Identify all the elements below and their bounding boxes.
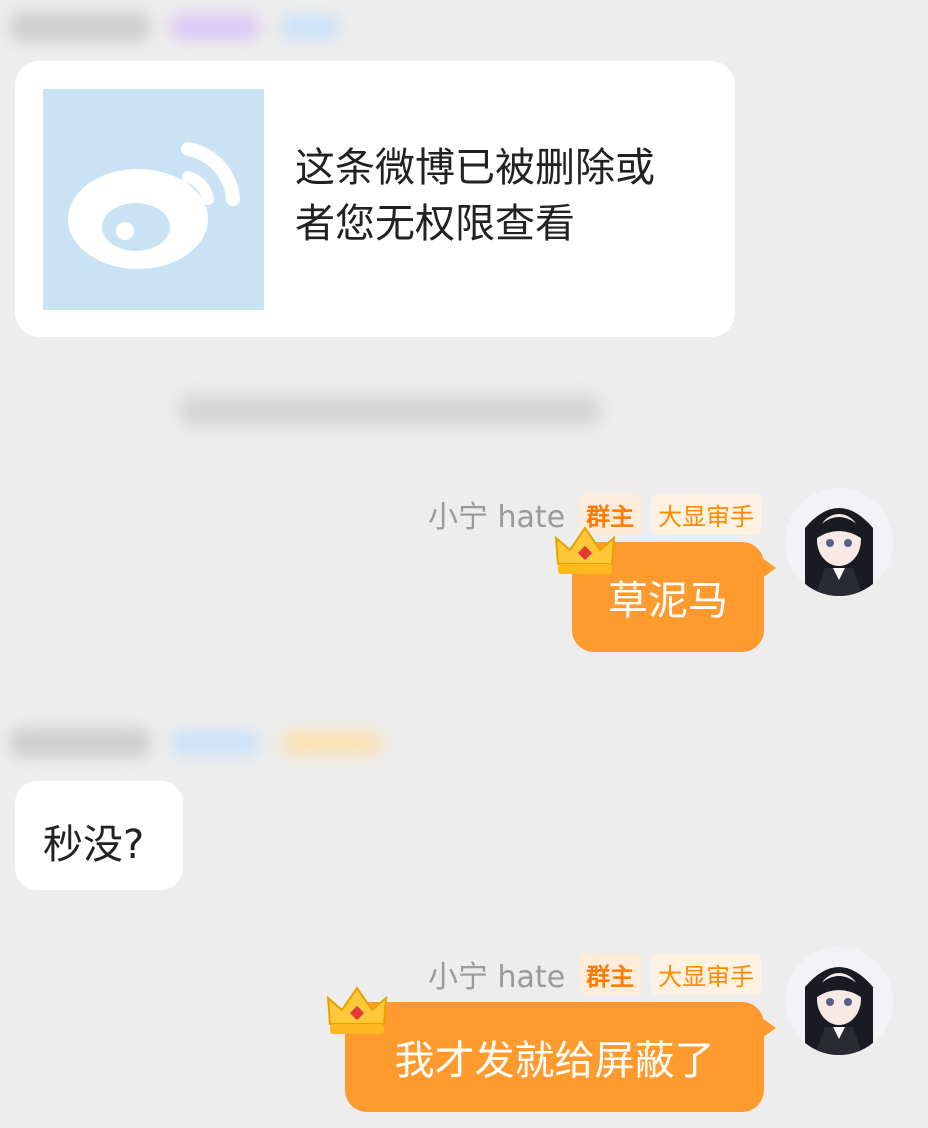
message-bubble[interactable]: 我才发就给屏蔽了 bbox=[345, 1002, 764, 1112]
weibo-thumbnail bbox=[43, 89, 264, 310]
blurred-badge bbox=[280, 14, 340, 40]
blurred-badge bbox=[170, 730, 260, 756]
crown-icon bbox=[326, 986, 388, 1034]
blurred-sender-name bbox=[10, 12, 150, 42]
blurred-sender-name bbox=[10, 728, 150, 758]
message-text: 秒没? bbox=[43, 822, 145, 868]
message-text: 我才发就给屏蔽了 bbox=[394, 1038, 715, 1084]
owner-badge: 群主 bbox=[579, 953, 642, 995]
blurred-badge bbox=[282, 730, 382, 756]
crown-icon bbox=[554, 526, 616, 574]
title-badge: 大显审手 bbox=[651, 493, 762, 535]
bubble-tail bbox=[762, 558, 776, 578]
message-text: 草泥马 bbox=[608, 578, 728, 624]
weibo-logo-icon bbox=[68, 142, 240, 269]
sender-name[interactable]: 小宁 hate bbox=[428, 952, 565, 996]
blurred-system-notice bbox=[180, 395, 600, 425]
title-badge: 大显审手 bbox=[651, 953, 762, 995]
sender-row: 小宁 hate 群主 大显审手 bbox=[428, 952, 762, 996]
blurred-badge bbox=[170, 14, 260, 40]
weibo-card-text: 这条微博已被删除或 者您无权限查看 bbox=[295, 140, 715, 252]
bubble-tail bbox=[762, 1018, 776, 1038]
sender-name[interactable]: 小宁 hate bbox=[428, 492, 565, 536]
avatar[interactable] bbox=[785, 488, 893, 596]
weibo-card-line2: 者您无权限查看 bbox=[295, 201, 575, 247]
avatar[interactable] bbox=[785, 947, 893, 1055]
weibo-card-line1: 这条微博已被删除或 bbox=[295, 145, 655, 191]
